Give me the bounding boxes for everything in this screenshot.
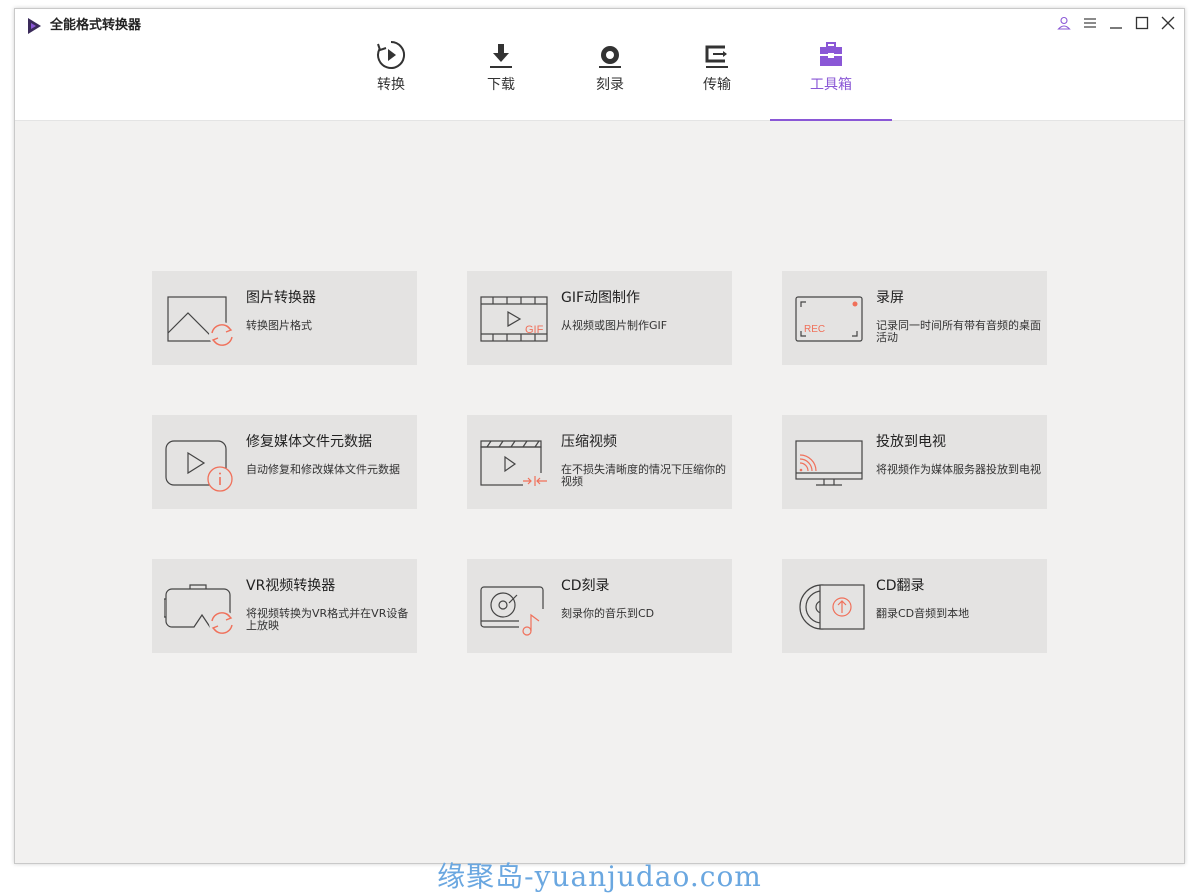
cast-tv-icon [795,440,863,486]
tool-description: 将视频转换为VR格式并在VR设备上放映 [246,607,409,632]
top-bar: 全能格式转换器 转换 下载 刻录 传输 工具箱 [15,9,1184,121]
cd-burn-icon [480,586,545,637]
tool-description: 自动修复和修改媒体文件元数据 [246,463,400,476]
download-icon [490,44,512,68]
tool-description: 翻录CD音频到本地 [876,607,970,620]
tool-card-image-converter[interactable]: 图片转换器 转换图片格式 [152,271,417,365]
tool-card-cd-burner[interactable]: CD刻录 刻录你的音乐到CD [467,559,732,653]
tool-card-cast-to-tv[interactable]: 投放到电视 将视频作为媒体服务器投放到电视 [782,415,1047,509]
tool-description: 在不损失清晰度的情况下压缩你的视频 [561,463,726,488]
tool-title: 图片转换器 [246,290,316,306]
burn-icon [599,46,621,68]
transfer-icon [705,45,728,68]
metadata-fix-icon [165,440,233,492]
watermark-text: 缘聚岛-yuanjudao.com [437,860,762,893]
tool-description: 记录同一时间所有带有音频的桌面活动 [876,319,1041,344]
tool-title: 压缩视频 [561,434,617,450]
tool-title: GIF动图制作 [561,290,641,306]
main-nav: 转换 下载 刻录 传输 工具箱 [15,9,1184,121]
convert-icon [377,41,406,69]
tool-card-compress-video[interactable]: 压缩视频 在不损失清晰度的情况下压缩你的视频 [467,415,732,509]
active-tab-indicator [770,119,892,121]
tool-card-gif-maker[interactable]: GIF GIF动图制作 从视频或图片制作GIF [467,271,732,365]
tab-convert[interactable]: 转换 [336,39,446,121]
tab-transfer-label: 传输 [703,77,731,93]
tab-download-label: 下载 [487,77,515,93]
tab-toolbox[interactable]: 工具箱 [776,39,886,121]
tool-description: 将视频作为媒体服务器投放到电视 [876,463,1041,476]
tool-title: 修复媒体文件元数据 [246,434,372,450]
tool-card-metadata-fix[interactable]: 修复媒体文件元数据 自动修复和修改媒体文件元数据 [152,415,417,509]
tool-title: 录屏 [876,290,904,306]
tool-title: CD刻录 [561,578,610,594]
gif-maker-icon: GIF [480,296,548,342]
tool-title: CD翻录 [876,578,925,594]
svg-text:REC: REC [804,324,825,335]
toolbox-icon [820,42,842,66]
vr-convert-icon [164,584,235,636]
tab-download[interactable]: 下载 [446,39,556,121]
compress-video-icon [480,440,547,489]
tab-burn-label: 刻录 [596,77,624,93]
tool-card-screen-recorder[interactable]: REC 录屏 记录同一时间所有带有音频的桌面活动 [782,271,1047,365]
cd-rip-icon [799,584,865,630]
tool-card-vr-converter[interactable]: VR视频转换器 将视频转换为VR格式并在VR设备上放映 [152,559,417,653]
tool-title: 投放到电视 [876,434,946,450]
tool-description: 转换图片格式 [246,319,312,332]
tool-description: 从视频或图片制作GIF [561,319,668,332]
tab-toolbox-label: 工具箱 [810,77,852,93]
svg-text:GIF: GIF [525,324,544,336]
tab-convert-label: 转换 [377,77,405,93]
tab-transfer[interactable]: 传输 [662,39,772,121]
tool-description: 刻录你的音乐到CD [561,607,655,620]
tool-title: VR视频转换器 [246,578,336,594]
tool-card-cd-ripper[interactable]: CD翻录 翻录CD音频到本地 [782,559,1047,653]
app-window: 全能格式转换器 转换 下载 刻录 传输 工具箱 图片转换器 转换图片格式 GIF… [14,8,1185,864]
screen-record-icon: REC [795,296,863,342]
tab-burn[interactable]: 刻录 [555,39,665,121]
image-convert-icon [167,296,235,348]
